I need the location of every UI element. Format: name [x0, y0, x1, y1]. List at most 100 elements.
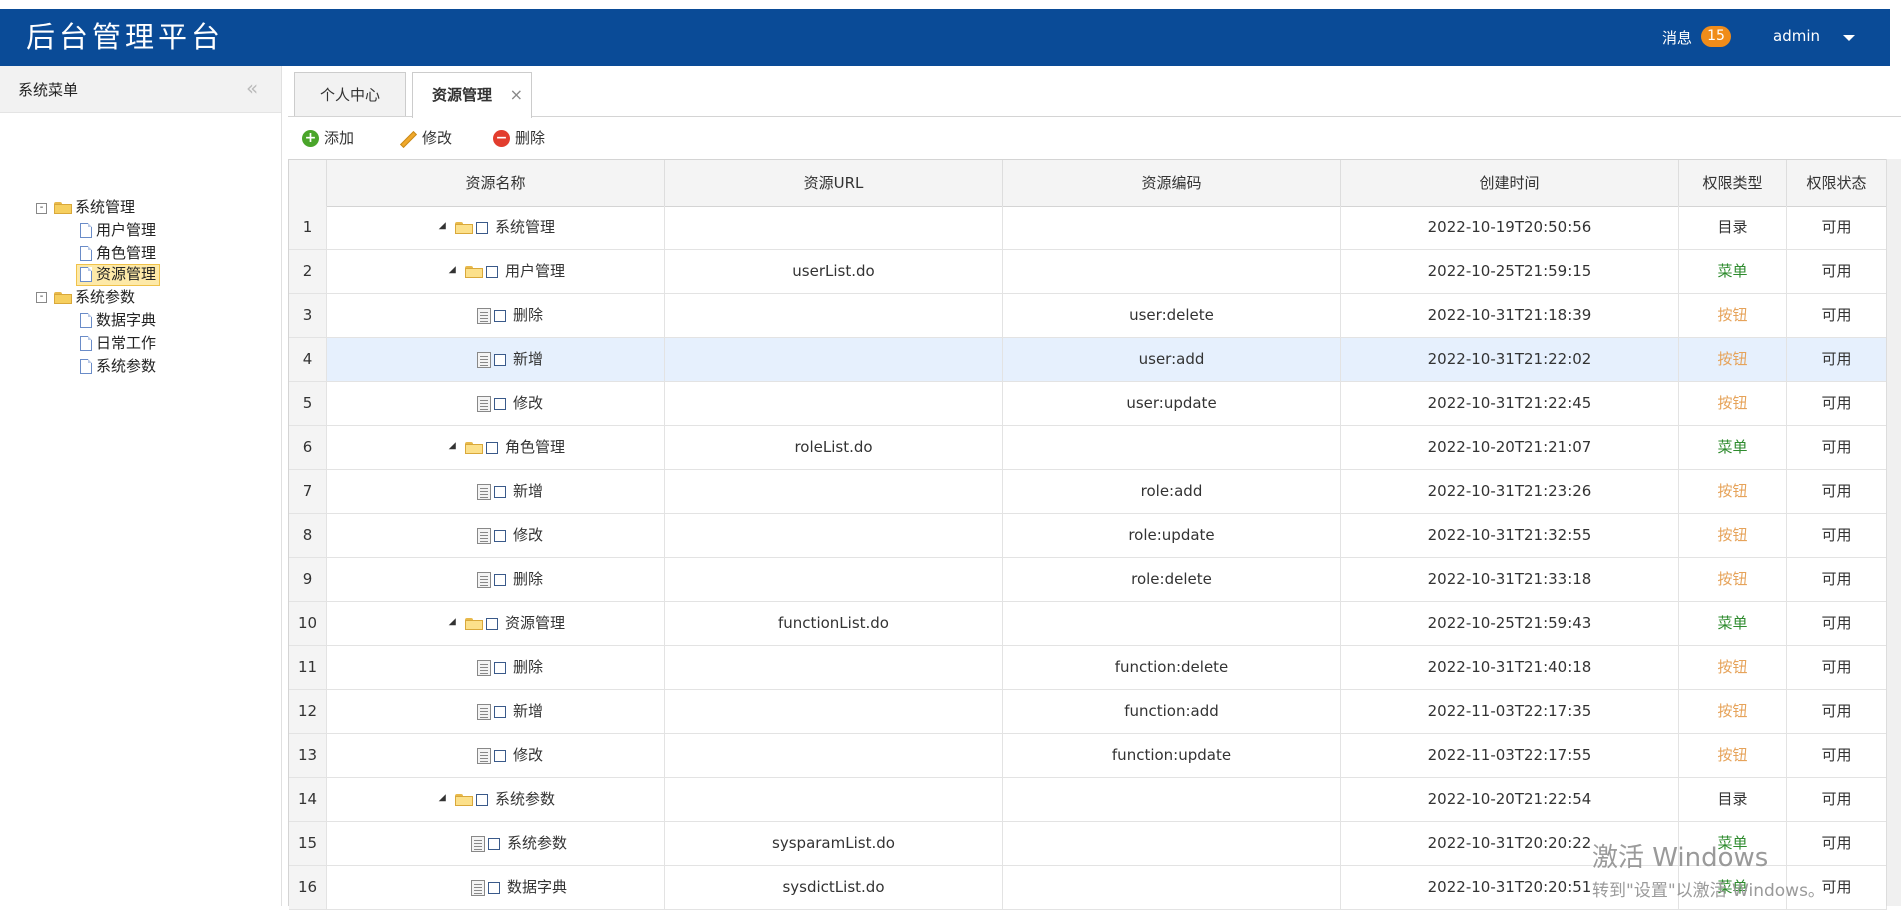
table-row[interactable]: 4 新增 user:add 2022-10-31T21:22:02 按钮 可用	[289, 338, 1887, 382]
resource-url	[665, 382, 1003, 425]
table-row[interactable]: 1 系统管理 2022-10-19T20:50:56 目录 可用	[289, 206, 1887, 250]
row-checkbox[interactable]	[494, 485, 506, 498]
row-checkbox[interactable]	[494, 749, 506, 762]
resource-code: function:update	[1003, 734, 1341, 777]
user-menu[interactable]: admin	[1773, 27, 1820, 45]
table-row[interactable]: 9 删除 role:delete 2022-10-31T21:33:18 按钮 可用	[289, 558, 1887, 602]
table-row[interactable]: 13 修改 function:update 2022-11-03T22:17:55 按钮…	[289, 734, 1887, 778]
permission-type: 菜单	[1679, 250, 1787, 293]
row-checkbox[interactable]	[494, 705, 506, 718]
tree-node-role-mgmt[interactable]: 角色管理	[80, 243, 156, 263]
column-header[interactable]: 权限类型	[1679, 160, 1787, 206]
permission-type: 按钮	[1679, 558, 1787, 601]
edit-button[interactable]: 修改	[397, 127, 452, 148]
table-row[interactable]: 12 新增 function:add 2022-11-03T22:17:35 按钮 可用	[289, 690, 1887, 734]
row-number: 16	[289, 866, 327, 909]
permission-status: 可用	[1787, 646, 1887, 689]
column-header[interactable]: 资源名称	[327, 160, 665, 206]
permission-type: 按钮	[1679, 734, 1787, 777]
row-number: 8	[289, 514, 327, 557]
resource-name: 用户管理	[505, 262, 566, 280]
resource-url: sysparamList.do	[665, 822, 1003, 865]
chevron-down-icon[interactable]	[1843, 35, 1855, 41]
tree-node-resource-mgmt[interactable]: 资源管理	[76, 264, 161, 286]
row-checkbox[interactable]	[488, 881, 500, 894]
row-checkbox[interactable]	[476, 221, 488, 234]
column-header[interactable]: 资源编码	[1003, 160, 1341, 206]
collapse-node-icon[interactable]: -	[36, 292, 47, 303]
row-number: 2	[289, 250, 327, 293]
table-row[interactable]: 14 系统参数 2022-10-20T21:22:54 目录 可用	[289, 778, 1887, 822]
row-checkbox[interactable]	[494, 573, 506, 586]
name-wrap: 修改	[327, 746, 543, 764]
tree-node-user-mgmt[interactable]: 用户管理	[80, 220, 156, 240]
resource-code	[1003, 602, 1341, 645]
created-time: 2022-10-20T21:21:07	[1341, 426, 1679, 469]
row-checkbox[interactable]	[486, 441, 498, 454]
tree-node-system-params[interactable]: 系统参数	[54, 287, 135, 307]
document-icon	[477, 395, 491, 412]
folder-open-icon	[455, 793, 473, 806]
messages-count-badge[interactable]: 15	[1701, 26, 1731, 47]
tree-node-system-params-leaf[interactable]: 系统参数	[80, 356, 156, 376]
table-row[interactable]: 7 新增 role:add 2022-10-31T21:23:26 按钮 可用	[289, 470, 1887, 514]
delete-button[interactable]: − 删除	[493, 127, 545, 148]
table-row[interactable]: 8 修改 role:update 2022-10-31T21:32:55 按钮 可用	[289, 514, 1887, 558]
row-checkbox[interactable]	[476, 793, 488, 806]
name-cell: 删除	[327, 294, 665, 337]
resource-url	[665, 690, 1003, 733]
row-checkbox[interactable]	[494, 661, 506, 674]
table-row[interactable]: 10 资源管理 functionList.do 2022-10-25T21:59:43…	[289, 602, 1887, 646]
tab-personal-center[interactable]: 个人中心	[294, 72, 406, 116]
close-icon[interactable]: ×	[510, 73, 523, 117]
expand-arrow-icon[interactable]	[448, 618, 460, 629]
permission-status: 可用	[1787, 206, 1887, 249]
messages-link[interactable]: 消息	[1662, 27, 1692, 48]
row-checkbox[interactable]	[486, 617, 498, 630]
collapse-node-icon[interactable]: -	[36, 203, 47, 214]
table-row[interactable]: 5 修改 user:update 2022-10-31T21:22:45 按钮 可用	[289, 382, 1887, 426]
created-time: 2022-10-19T20:50:56	[1341, 206, 1679, 249]
permission-status: 可用	[1787, 338, 1887, 381]
tree-node-system-mgmt[interactable]: 系统管理	[54, 197, 135, 217]
resource-url	[665, 734, 1003, 777]
row-checkbox[interactable]	[494, 529, 506, 542]
document-icon	[477, 483, 491, 500]
collapse-sidebar-icon[interactable]: «	[246, 76, 258, 100]
tab-resource-mgmt[interactable]: 资源管理 ×	[412, 72, 532, 118]
table-row[interactable]: 2 用户管理 userList.do 2022-10-25T21:59:15 菜单 可用	[289, 250, 1887, 294]
row-checkbox[interactable]	[494, 309, 506, 322]
row-checkbox[interactable]	[486, 265, 498, 278]
created-time: 2022-10-25T21:59:15	[1341, 250, 1679, 293]
row-number: 9	[289, 558, 327, 601]
table-row[interactable]: 11 删除 function:delete 2022-10-31T21:40:18 按钮…	[289, 646, 1887, 690]
expand-arrow-icon[interactable]	[448, 442, 460, 453]
permission-status: 可用	[1787, 250, 1887, 293]
pencil-icon	[397, 130, 417, 147]
row-number: 10	[289, 602, 327, 645]
row-checkbox[interactable]	[494, 353, 506, 366]
column-header[interactable]: 资源URL	[665, 160, 1003, 206]
resource-name: 删除	[513, 570, 544, 588]
resource-url	[665, 558, 1003, 601]
expand-arrow-icon[interactable]	[448, 266, 460, 277]
vertical-scrollbar[interactable]	[1886, 159, 1901, 906]
row-number: 11	[289, 646, 327, 689]
column-header[interactable]: 权限状态	[1787, 160, 1887, 206]
column-header[interactable]: 创建时间	[1341, 160, 1679, 206]
table-row[interactable]: 3 删除 user:delete 2022-10-31T21:18:39 按钮 可用	[289, 294, 1887, 338]
document-icon	[477, 307, 491, 324]
row-checkbox[interactable]	[494, 397, 506, 410]
tree-node-daily-work[interactable]: 日常工作	[80, 333, 156, 353]
add-button[interactable]: + 添加	[302, 127, 354, 148]
table-row[interactable]: 6 角色管理 roleList.do 2022-10-20T21:21:07 菜单 可用	[289, 426, 1887, 470]
row-checkbox[interactable]	[488, 837, 500, 850]
expand-arrow-icon[interactable]	[438, 222, 450, 233]
permission-type: 按钮	[1679, 514, 1787, 557]
expand-arrow-icon[interactable]	[438, 794, 450, 805]
row-number: 12	[289, 690, 327, 733]
name-wrap: 删除	[327, 658, 543, 676]
permission-type: 按钮	[1679, 294, 1787, 337]
permission-type: 菜单	[1679, 426, 1787, 469]
tree-node-data-dict[interactable]: 数据字典	[80, 310, 156, 330]
